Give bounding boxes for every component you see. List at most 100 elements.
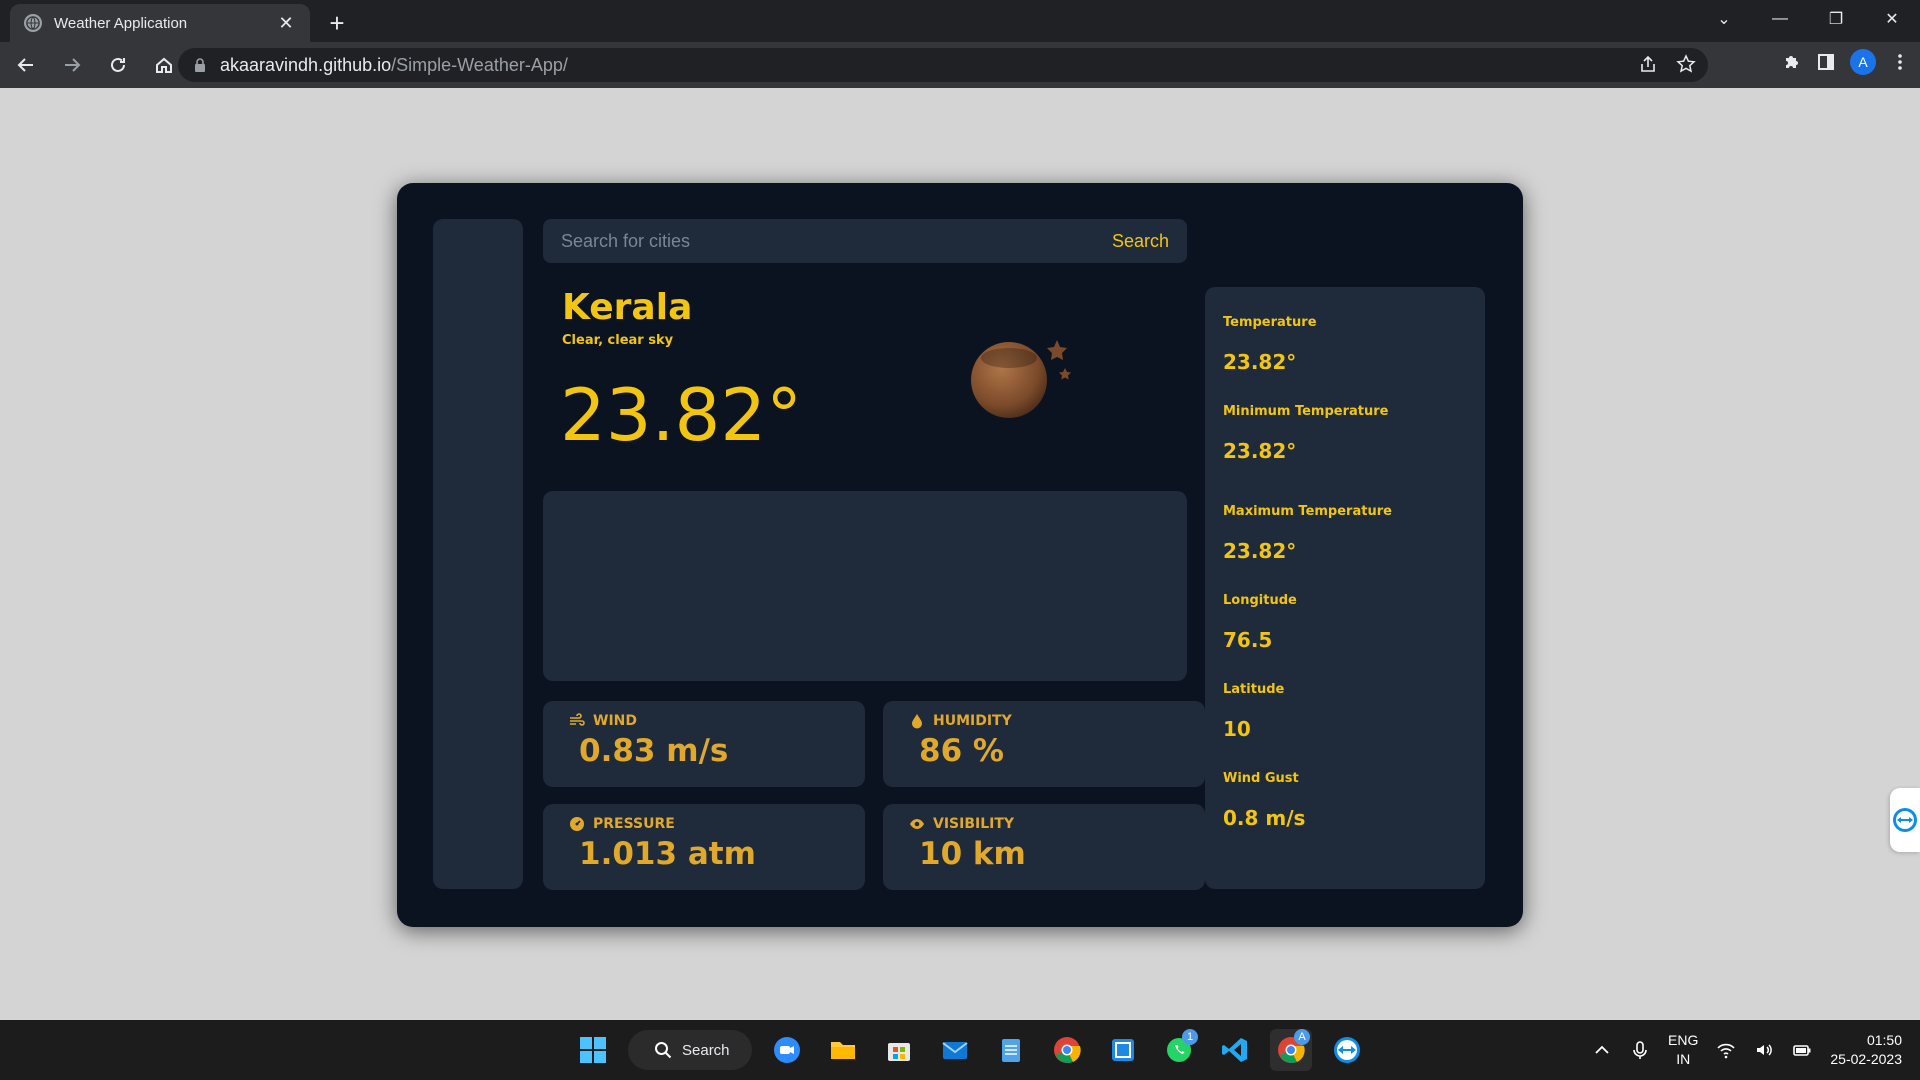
search-button[interactable]: Search [1112,231,1169,252]
windows-icon [580,1037,606,1063]
clock-date: 25-02-2023 [1830,1051,1902,1067]
detail-label: Maximum Temperature [1223,504,1392,519]
detail-temperature: Temperature 23.82° [1223,315,1467,404]
whatsapp-app[interactable]: 1 [1158,1029,1200,1071]
detail-wind-gust: Wind Gust 0.8 m/s [1223,771,1467,830]
teamviewer-icon [1334,1037,1360,1063]
detail-value: 23.82° [1223,350,1297,374]
close-window-button[interactable]: ✕ [1864,0,1920,38]
chrome-profile-app[interactable]: A [1270,1029,1312,1071]
detail-max-temperature: Maximum Temperature 23.82° [1223,504,1467,593]
wind-icon [570,713,585,726]
teamviewer-app[interactable] [1326,1029,1368,1071]
taskbar-search-label: Search [682,1041,730,1059]
pressure-label: PRESSURE [593,816,675,832]
browser-tab-bar: Weather Application ✕ + ⌄ — ❐ ✕ [0,0,1920,42]
folder-icon [831,1042,855,1059]
notification-badge: 1 [1182,1029,1198,1045]
chrome-app[interactable] [1046,1029,1088,1071]
reload-button[interactable] [98,45,138,85]
detail-value: 23.82° [1223,539,1297,563]
detail-longitude: Longitude 76.5 [1223,593,1467,682]
microphone-icon[interactable] [1630,1040,1650,1060]
droplet-icon [912,714,922,729]
url-path: /Simple-Weather-App/ [391,54,568,75]
clock[interactable]: 01:50 25-02-2023 [1830,1031,1902,1069]
share-icon[interactable] [1638,54,1658,74]
wind-label: WIND [593,713,637,729]
visibility-card: VISIBILITY 10 km [883,804,1205,890]
reload-icon [111,57,125,72]
detail-value: 76.5 [1223,628,1273,652]
mail-icon [942,1042,968,1059]
minimize-button[interactable]: — [1752,0,1808,38]
restore-button[interactable]: ❐ [1808,0,1864,38]
chrome-icon [1054,1037,1081,1063]
pressure-value: 1.013 atm [579,836,756,872]
star-icon[interactable] [1676,54,1696,74]
chevron-up-icon[interactable] [1592,1040,1612,1060]
store-icon [888,1043,910,1061]
window-controls: ⌄ — ❐ ✕ [1696,0,1920,38]
humidity-label: HUMIDITY [933,713,1012,729]
address-bar[interactable]: akaaravindh.github.io/Simple-Weather-App… [178,48,1708,82]
taskbar-search[interactable]: Search [628,1030,752,1070]
zoom-app[interactable] [766,1029,808,1071]
profile-avatar[interactable]: A [1850,49,1876,75]
store-app[interactable] [878,1029,920,1071]
more-vertical-icon[interactable] [1890,52,1910,72]
teamviewer-tab[interactable] [1890,788,1920,852]
puzzle-icon[interactable] [1782,52,1802,72]
sidebar [433,219,523,889]
vscode-app[interactable] [1214,1029,1256,1071]
teamviewer-icon [1893,808,1917,832]
detail-label: Minimum Temperature [1223,404,1389,419]
arrow-left-icon [17,58,33,72]
lock-icon [195,58,205,72]
details-panel: Temperature 23.82° Minimum Temperature 2… [1205,287,1485,889]
side-panel-icon[interactable] [1816,52,1836,72]
forward-button[interactable] [52,45,92,85]
search-bar: Search [543,219,1187,263]
language-indicator[interactable]: ENG IN [1668,1031,1698,1069]
city-name: Kerala [562,287,693,328]
detail-value: 0.8 m/s [1223,806,1306,830]
weather-app: Search Kerala Clear, clear sky 23.82° WI… [397,183,1523,927]
clock-time: 01:50 [1866,1032,1902,1048]
mail-app[interactable] [934,1029,976,1071]
search-icon [655,1042,672,1059]
terminal-icon [1112,1039,1134,1061]
region-code: IN [1676,1051,1691,1067]
taskbar: Search 1 A ENG IN 01:50 25-02-2023 [0,1020,1920,1080]
start-button[interactable] [572,1029,614,1071]
wifi-icon[interactable] [1716,1040,1736,1060]
eye-icon [910,819,924,829]
detail-label: Latitude [1223,682,1285,697]
browser-tab[interactable]: Weather Application ✕ [10,4,310,42]
file-explorer-app[interactable] [822,1029,864,1071]
humidity-value: 86 % [919,733,1004,769]
close-icon[interactable]: ✕ [276,13,296,34]
zoom-icon [774,1037,800,1063]
detail-min-temperature: Minimum Temperature 23.82° [1223,404,1467,504]
night-clear-icon [971,340,1071,418]
detail-latitude: Latitude 10 [1223,682,1467,771]
terminal-app[interactable] [1102,1029,1144,1071]
pressure-card: PRESSURE 1.013 atm [543,804,865,890]
notepad-app[interactable] [990,1029,1032,1071]
tab-title: Weather Application [54,14,188,32]
wind-card: WIND 0.83 m/s [543,701,865,787]
new-tab-button[interactable]: + [322,8,352,38]
visibility-value: 10 km [919,836,1026,872]
wind-value: 0.83 m/s [579,733,729,769]
back-button[interactable] [6,45,46,85]
detail-label: Longitude [1223,593,1297,608]
chevron-down-icon[interactable]: ⌄ [1696,0,1752,38]
search-input[interactable] [561,230,1112,252]
weather-description: Clear, clear sky [562,333,674,348]
forecast-panel [543,491,1187,681]
language-code: ENG [1668,1032,1699,1048]
battery-icon[interactable] [1792,1040,1812,1060]
current-temperature: 23.82° [560,373,803,457]
volume-icon[interactable] [1754,1040,1774,1060]
